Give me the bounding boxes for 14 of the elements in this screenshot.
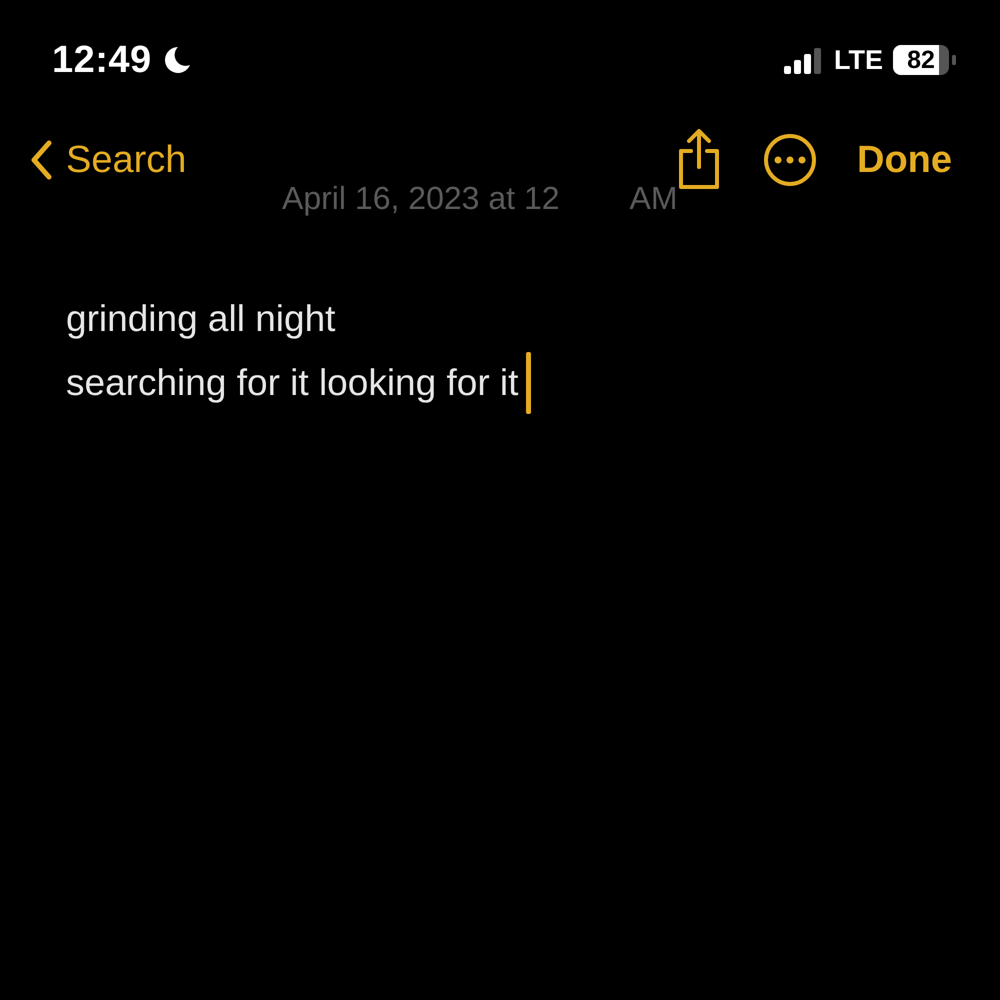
note-date: April 16, 2023 at 12 bbox=[282, 180, 560, 218]
more-button[interactable] bbox=[763, 133, 817, 187]
note-text-line: searching for it looking for it bbox=[66, 362, 518, 404]
signal-icon bbox=[784, 46, 824, 74]
back-button[interactable]: Search bbox=[30, 138, 186, 182]
more-icon bbox=[763, 133, 817, 187]
done-button[interactable]: Done bbox=[857, 138, 952, 182]
battery-tip-icon bbox=[952, 55, 956, 65]
note-date: AM bbox=[630, 180, 678, 218]
battery-percent: 82 bbox=[907, 46, 935, 74]
status-time: 12:49 bbox=[52, 38, 152, 82]
chevron-left-icon bbox=[30, 140, 52, 180]
network-type: LTE bbox=[834, 44, 883, 76]
note-text-line: grinding all night bbox=[66, 298, 336, 340]
